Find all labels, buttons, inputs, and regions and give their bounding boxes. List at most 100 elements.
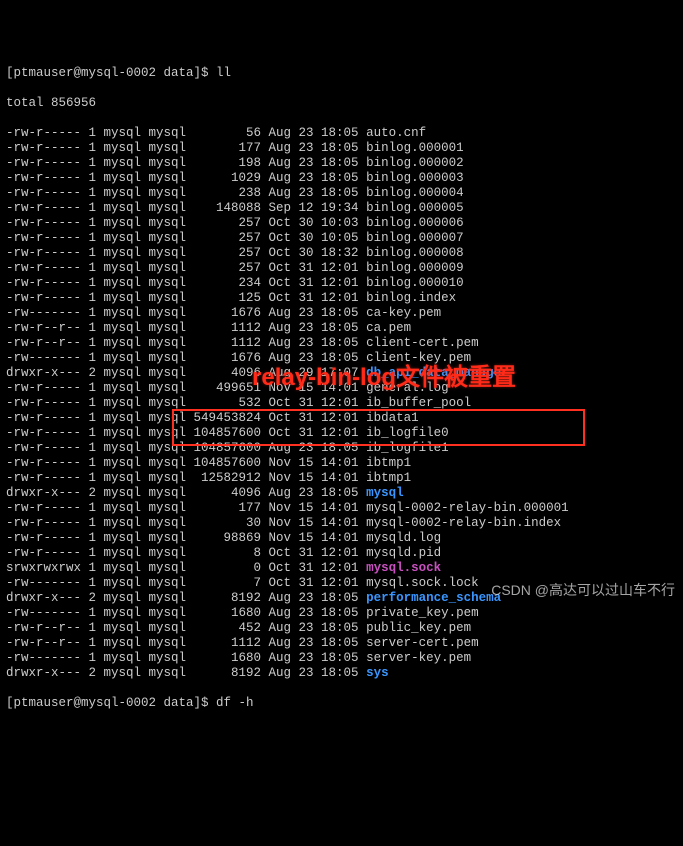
- file-name: binlog.000005: [366, 201, 464, 215]
- file-row: -rw-r--r-- 1 mysql mysql 1112 Aug 23 18:…: [6, 336, 677, 351]
- file-meta: drwxr-x--- 2 mysql mysql 8192 Aug 23 18:…: [6, 666, 366, 680]
- file-row: -rw-r----- 1 mysql mysql 234 Oct 31 12:0…: [6, 276, 677, 291]
- file-name: mysqld.pid: [366, 546, 441, 560]
- file-meta: drwxr-x--- 2 mysql mysql 8192 Aug 23 18:…: [6, 591, 366, 605]
- file-name: ib_logfile0: [366, 426, 449, 440]
- file-name: auto.cnf: [366, 126, 426, 140]
- file-name: binlog.000004: [366, 186, 464, 200]
- file-meta: -rw-r----- 1 mysql mysql 234 Oct 31 12:0…: [6, 276, 366, 290]
- file-name: ibtmp1: [366, 471, 411, 485]
- file-name: binlog.000002: [366, 156, 464, 170]
- file-row: -rw-r----- 1 mysql mysql 499651 Nov 15 1…: [6, 381, 677, 396]
- file-row: -rw-r----- 1 mysql mysql 56 Aug 23 18:05…: [6, 126, 677, 141]
- prompt-line-1: [ptmauser@mysql-0002 data]$ ll: [6, 66, 677, 81]
- file-row: -rw------- 1 mysql mysql 1676 Aug 23 18:…: [6, 351, 677, 366]
- file-meta: srwxrwxrwx 1 mysql mysql 0 Oct 31 12:01: [6, 561, 366, 575]
- file-name: mysql-0002-relay-bin.000001: [366, 501, 569, 515]
- file-name: client-cert.pem: [366, 336, 479, 350]
- file-meta: -rw-r----- 1 mysql mysql 177 Aug 23 18:0…: [6, 141, 366, 155]
- file-meta: -rw-r----- 1 mysql mysql 12582912 Nov 15…: [6, 471, 366, 485]
- file-name: db_api_data_manager: [366, 366, 509, 380]
- prompt-line-2: [ptmauser@mysql-0002 data]$ df -h: [6, 696, 677, 711]
- file-row: -rw-r----- 1 mysql mysql 238 Aug 23 18:0…: [6, 186, 677, 201]
- file-meta: -rw-r--r-- 1 mysql mysql 1112 Aug 23 18:…: [6, 636, 366, 650]
- file-meta: -rw------- 1 mysql mysql 1680 Aug 23 18:…: [6, 651, 366, 665]
- file-meta: -rw-r----- 1 mysql mysql 104857600 Nov 1…: [6, 456, 366, 470]
- file-meta: -rw-r----- 1 mysql mysql 148088 Sep 12 1…: [6, 201, 366, 215]
- file-name: mysql.sock: [366, 561, 441, 575]
- file-row: -rw-r----- 1 mysql mysql 1029 Aug 23 18:…: [6, 171, 677, 186]
- file-name: ibtmp1: [366, 456, 411, 470]
- shell-prompt: [ptmauser@mysql-0002 data]$: [6, 66, 216, 80]
- file-row: -rw-r----- 1 mysql mysql 104857600 Nov 1…: [6, 456, 677, 471]
- file-name: binlog.000007: [366, 231, 464, 245]
- file-meta: -rw-r----- 1 mysql mysql 98869 Nov 15 14…: [6, 531, 366, 545]
- file-meta: -rw-r----- 1 mysql mysql 257 Oct 30 18:3…: [6, 246, 366, 260]
- file-row: -rw-r--r-- 1 mysql mysql 1112 Aug 23 18:…: [6, 321, 677, 336]
- file-meta: -rw-r----- 1 mysql mysql 499651 Nov 15 1…: [6, 381, 366, 395]
- file-name: general.log: [366, 381, 449, 395]
- file-row: -rw-r----- 1 mysql mysql 8 Oct 31 12:01 …: [6, 546, 677, 561]
- file-row: drwxr-x--- 2 mysql mysql 8192 Aug 23 18:…: [6, 666, 677, 681]
- shell-prompt: [ptmauser@mysql-0002 data]$: [6, 696, 216, 710]
- file-meta: -rw-r----- 1 mysql mysql 177 Nov 15 14:0…: [6, 501, 366, 515]
- file-row: -rw-r----- 1 mysql mysql 104857600 Aug 2…: [6, 441, 677, 456]
- file-row: srwxrwxrwx 1 mysql mysql 0 Oct 31 12:01 …: [6, 561, 677, 576]
- file-meta: -rw-r--r-- 1 mysql mysql 452 Aug 23 18:0…: [6, 621, 366, 635]
- file-name: public_key.pem: [366, 621, 471, 635]
- file-meta: -rw-r--r-- 1 mysql mysql 1112 Aug 23 18:…: [6, 321, 366, 335]
- file-meta: -rw-r----- 1 mysql mysql 257 Oct 30 10:0…: [6, 216, 366, 230]
- file-meta: drwxr-x--- 2 mysql mysql 4096 Aug 29 17:…: [6, 366, 366, 380]
- file-meta: -rw------- 1 mysql mysql 1676 Aug 23 18:…: [6, 306, 366, 320]
- file-meta: -rw-r----- 1 mysql mysql 238 Aug 23 18:0…: [6, 186, 366, 200]
- file-row: -rw-r----- 1 mysql mysql 549453824 Oct 3…: [6, 411, 677, 426]
- file-row: -rw-r----- 1 mysql mysql 125 Oct 31 12:0…: [6, 291, 677, 306]
- file-name: sys: [366, 666, 389, 680]
- file-meta: -rw-r----- 1 mysql mysql 257 Oct 30 10:0…: [6, 231, 366, 245]
- file-name: binlog.000010: [366, 276, 464, 290]
- file-name: server-key.pem: [366, 651, 471, 665]
- file-name: binlog.000001: [366, 141, 464, 155]
- file-name: mysql-0002-relay-bin.index: [366, 516, 561, 530]
- file-name: ib_logfile1: [366, 441, 449, 455]
- file-meta: -rw-r----- 1 mysql mysql 30 Nov 15 14:01: [6, 516, 366, 530]
- file-meta: drwxr-x--- 2 mysql mysql 4096 Aug 23 18:…: [6, 486, 366, 500]
- file-row: -rw-r----- 1 mysql mysql 257 Oct 30 10:0…: [6, 231, 677, 246]
- file-name: mysqld.log: [366, 531, 441, 545]
- file-name: binlog.000006: [366, 216, 464, 230]
- file-row: -rw-r----- 1 mysql mysql 30 Nov 15 14:01…: [6, 516, 677, 531]
- file-meta: -rw-r----- 1 mysql mysql 104857600 Aug 2…: [6, 441, 366, 455]
- file-name: binlog.000003: [366, 171, 464, 185]
- file-meta: -rw-r----- 1 mysql mysql 104857600 Oct 3…: [6, 426, 366, 440]
- file-row: -rw-r----- 1 mysql mysql 12582912 Nov 15…: [6, 471, 677, 486]
- file-meta: -rw------- 1 mysql mysql 1680 Aug 23 18:…: [6, 606, 366, 620]
- file-row: -rw------- 1 mysql mysql 1680 Aug 23 18:…: [6, 651, 677, 666]
- file-meta: -rw-r--r-- 1 mysql mysql 1112 Aug 23 18:…: [6, 336, 366, 350]
- file-row: -rw-r----- 1 mysql mysql 177 Nov 15 14:0…: [6, 501, 677, 516]
- file-row: -rw-r----- 1 mysql mysql 257 Oct 30 10:0…: [6, 216, 677, 231]
- file-name: server-cert.pem: [366, 636, 479, 650]
- file-name: mysql.sock.lock: [366, 576, 479, 590]
- file-row: -rw-r----- 1 mysql mysql 198 Aug 23 18:0…: [6, 156, 677, 171]
- file-row: -rw-r----- 1 mysql mysql 104857600 Oct 3…: [6, 426, 677, 441]
- command-1: ll: [216, 66, 231, 80]
- file-row: drwxr-x--- 2 mysql mysql 4096 Aug 29 17:…: [6, 366, 677, 381]
- file-row: -rw-r----- 1 mysql mysql 98869 Nov 15 14…: [6, 531, 677, 546]
- total-line: total 856956: [6, 96, 677, 111]
- file-name: mysql: [366, 486, 404, 500]
- file-name: binlog.000008: [366, 246, 464, 260]
- file-name: private_key.pem: [366, 606, 479, 620]
- file-meta: -rw-r----- 1 mysql mysql 56 Aug 23 18:05: [6, 126, 366, 140]
- file-meta: -rw-r----- 1 mysql mysql 1029 Aug 23 18:…: [6, 171, 366, 185]
- file-meta: -rw-r----- 1 mysql mysql 198 Aug 23 18:0…: [6, 156, 366, 170]
- file-meta: -rw-r----- 1 mysql mysql 257 Oct 31 12:0…: [6, 261, 366, 275]
- file-row: -rw-r----- 1 mysql mysql 257 Oct 30 18:3…: [6, 246, 677, 261]
- file-row: -rw-r--r-- 1 mysql mysql 1112 Aug 23 18:…: [6, 636, 677, 651]
- file-meta: -rw-r----- 1 mysql mysql 125 Oct 31 12:0…: [6, 291, 366, 305]
- file-row: -rw------- 1 mysql mysql 1676 Aug 23 18:…: [6, 306, 677, 321]
- file-name: client-key.pem: [366, 351, 471, 365]
- file-row: -rw-r----- 1 mysql mysql 148088 Sep 12 1…: [6, 201, 677, 216]
- file-meta: -rw------- 1 mysql mysql 1676 Aug 23 18:…: [6, 351, 366, 365]
- file-meta: -rw-r----- 1 mysql mysql 8 Oct 31 12:01: [6, 546, 366, 560]
- watermark: CSDN @高达可以过山车不行: [491, 583, 675, 598]
